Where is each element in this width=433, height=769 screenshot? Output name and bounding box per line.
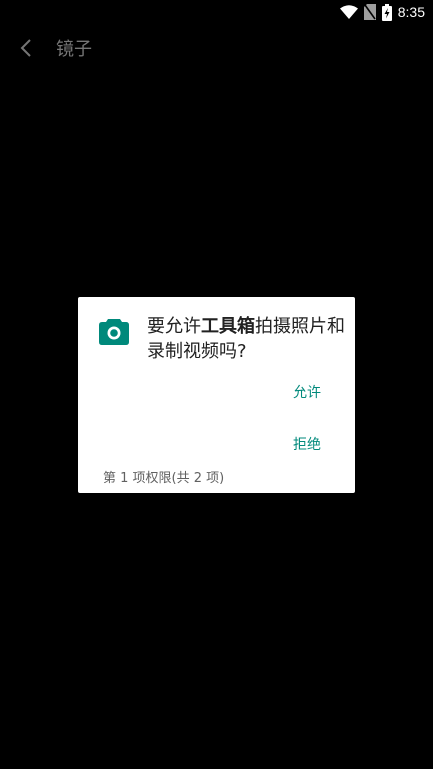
permission-counter: 第 1 项权限(共 2 项) — [103, 471, 225, 486]
status-time: 8:35 — [397, 4, 425, 20]
page-title: 镜子 — [56, 39, 92, 60]
camera-icon — [99, 317, 129, 345]
no-sim-icon — [363, 4, 376, 20]
allow-button[interactable]: 允许 — [291, 383, 323, 403]
chevron-left-icon — [19, 38, 33, 62]
status-bar: 8:35 — [0, 0, 433, 24]
dialog-message: 要允许工具箱拍摄照片和录制视频吗? — [147, 314, 347, 364]
back-button[interactable] — [12, 36, 40, 64]
battery-charging-icon — [381, 3, 392, 21]
app-name: 工具箱 — [201, 316, 255, 337]
app-bar: 镜子 — [0, 24, 433, 76]
message-prefix: 要允许 — [147, 316, 201, 337]
permission-dialog: 要允许工具箱拍摄照片和录制视频吗? 允许 拒绝 第 1 项权限(共 2 项) — [78, 297, 355, 493]
deny-button[interactable]: 拒绝 — [291, 435, 323, 455]
wifi-icon — [339, 5, 358, 19]
status-icons: 8:35 — [339, 2, 425, 22]
